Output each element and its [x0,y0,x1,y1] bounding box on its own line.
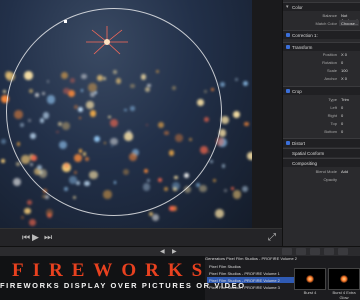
crop-left-row: Left 0 [330,105,344,110]
bokeh-light [0,158,5,163]
titles-tab[interactable] [310,248,320,255]
crop-right-row: Right 0 [327,113,344,118]
bokeh-light [26,199,32,206]
anchor-row: Anchor X 0 [324,76,348,81]
section-distort[interactable]: Distort [283,138,360,147]
enable-checkbox[interactable] [286,33,290,37]
match-color-button[interactable]: Choose... [339,20,359,26]
previous-frame-button[interactable]: ⏮ [22,232,30,243]
section-crop[interactable]: Crop [283,86,360,95]
bokeh-light [215,209,224,218]
bokeh-light [234,77,238,81]
bokeh-light [172,205,178,211]
crop-bottom-row: Bottom 0 [324,129,344,134]
bokeh-light [232,189,242,199]
crop-top-row: Top 0 [330,121,344,126]
bokeh-light [12,178,22,187]
transitions-tab[interactable] [296,248,306,255]
generator-thumbnail[interactable]: Burst 4 [294,268,326,295]
bokeh-light [247,151,252,161]
bokeh-light [232,111,240,119]
firework-thumbnail-icon [306,275,314,283]
bokeh-light [20,215,24,219]
bokeh-light [231,186,234,190]
rotation-row: Rotation 0 [322,60,344,65]
bokeh-light [242,185,249,192]
bokeh-light [244,122,249,127]
bokeh-light [243,81,249,87]
section-color[interactable]: ▾ Color [283,2,360,11]
scale-row: Scale 100 [326,68,348,73]
bokeh-light [28,218,37,227]
next-frame-button[interactable]: ⏭ [44,232,52,243]
generator-thumbnails: Burst 4 Burst 4 Extra Glow [290,262,360,300]
bokeh-light [152,214,160,222]
blend-mode-row: Blend Mode Add [315,169,349,174]
match-color-row: Match Color Choose... [315,20,359,26]
generators-tab[interactable] [324,248,334,255]
fullscreen-icon[interactable]: ⤢ [268,232,276,243]
balance-row: Balance Not Analyzed [322,13,358,23]
left-arrow-icon[interactable]: ◀ [160,248,165,255]
banner-title: FIREWORKS [12,260,212,281]
banner-subtitle: FIREWORKS DISPLAY OVER PICTURES OR VIDEO [0,281,246,290]
bokeh-light [3,90,6,93]
disclosure-icon[interactable]: ▾ [286,4,289,10]
media-browser-tab[interactable] [282,248,292,255]
play-button[interactable]: ▶ [32,232,39,243]
bokeh-light [0,138,7,145]
bokeh-light [212,179,216,183]
generator-thumbnail[interactable]: Burst 4 Extra Glow [328,268,360,300]
crop-type-row: Type Trim [328,97,349,102]
video-viewer[interactable] [0,0,252,228]
bokeh-light [198,184,207,193]
themes-tab[interactable] [338,248,348,255]
enable-checkbox[interactable] [286,45,290,49]
bokeh-light [210,160,213,163]
section-spatial-conform[interactable]: Spatial Conform [283,148,360,157]
section-compositing[interactable]: Compositing [283,158,360,167]
opacity-row: Opacity [323,177,337,182]
onscreen-shape-control[interactable] [6,8,222,216]
viewer-controls: ⏮ ▶ ⏭ ⤢ [0,228,282,247]
bokeh-light [219,81,226,88]
position-row: Position X 0 [322,52,348,57]
section-correction[interactable]: Correction 1: [283,30,360,39]
bokeh-light [224,188,227,192]
enable-checkbox[interactable] [286,141,290,145]
bokeh-light [221,164,226,168]
inspector-panel: ▾ Color Balance Not Analyzed Match Color… [282,0,360,246]
right-arrow-icon[interactable]: ▶ [172,248,177,255]
enable-checkbox[interactable] [286,89,290,93]
bokeh-light [46,209,53,217]
firework-thumbnail-icon [340,275,348,283]
bokeh-light [24,207,31,215]
bokeh-light [220,115,230,125]
section-transform[interactable]: Transform [283,42,360,51]
